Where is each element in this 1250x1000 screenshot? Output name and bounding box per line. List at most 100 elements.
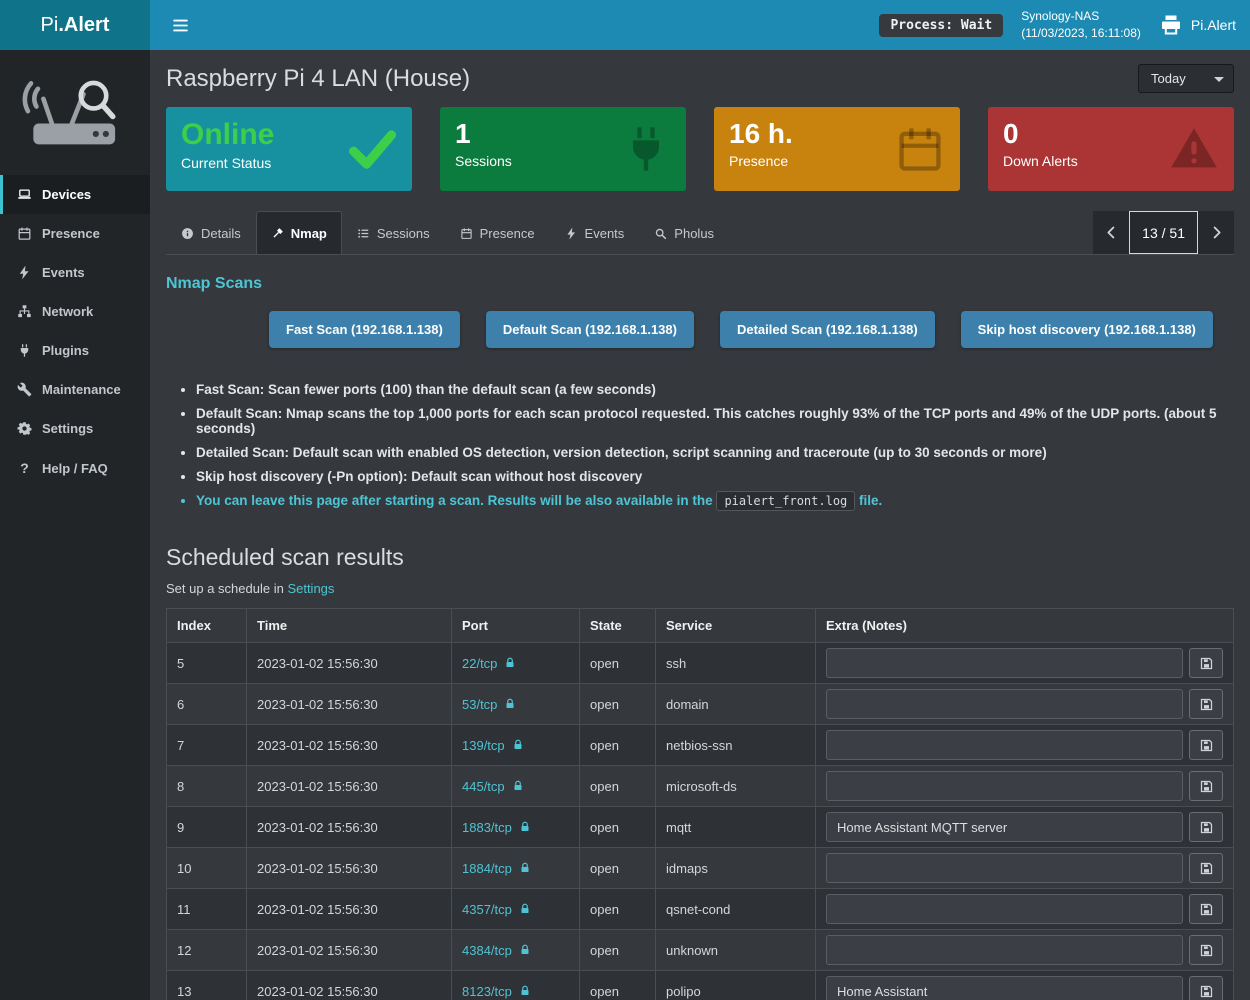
search-icon xyxy=(654,227,667,240)
cell-service: ssh xyxy=(656,643,816,684)
sidebar-item-help[interactable]: ?Help / FAQ xyxy=(0,448,150,488)
tab-sessions[interactable]: Sessions xyxy=(342,211,445,254)
port-number: 139/tcp xyxy=(462,738,505,753)
sidebar-item-devices[interactable]: Devices xyxy=(0,175,150,214)
cell-service: idmaps xyxy=(656,848,816,889)
warning-icon xyxy=(1168,123,1220,175)
log-file-chip: pialert_front.log xyxy=(716,491,855,511)
user-menu[interactable]: Pi.Alert xyxy=(1159,13,1236,37)
tab-nmap[interactable]: Nmap xyxy=(256,211,342,254)
save-note-button[interactable] xyxy=(1189,812,1223,842)
table-row: 13 2023-01-02 15:56:30 8123/tcp open pol… xyxy=(167,971,1234,1000)
save-note-button[interactable] xyxy=(1189,935,1223,965)
port-link[interactable]: 53/tcp xyxy=(462,697,516,712)
sidebar-item-label: Plugins xyxy=(42,343,89,358)
tab-presence[interactable]: Presence xyxy=(445,211,550,254)
port-link[interactable]: 4384/tcp xyxy=(462,943,531,958)
note-input[interactable] xyxy=(826,730,1183,760)
sidebar-menu: Devices Presence Events Network Plugins … xyxy=(0,175,150,488)
skip-host-discovery-button[interactable]: Skip host discovery (192.168.1.138) xyxy=(961,311,1213,348)
cell-index: 12 xyxy=(167,930,247,971)
cell-state: open xyxy=(580,971,656,1000)
lock-icon xyxy=(504,698,516,710)
tab-pholus[interactable]: Pholus xyxy=(639,211,729,254)
note-input[interactable] xyxy=(826,976,1183,1000)
sidebar-item-maintenance[interactable]: Maintenance xyxy=(0,370,150,409)
note-input[interactable] xyxy=(826,689,1183,719)
next-device-button[interactable] xyxy=(1198,211,1234,254)
lock-icon xyxy=(519,903,531,915)
cell-index: 6 xyxy=(167,684,247,725)
port-link[interactable]: 22/tcp xyxy=(462,656,516,671)
save-note-button[interactable] xyxy=(1189,894,1223,924)
note-input[interactable] xyxy=(826,935,1183,965)
tab-details[interactable]: Details xyxy=(166,211,256,254)
chevron-left-icon xyxy=(1104,225,1119,240)
cell-port: 1883/tcp xyxy=(452,807,580,848)
bullet-fast-scan: Fast Scan: Scan fewer ports (100) than t… xyxy=(196,382,1234,397)
cell-index: 10 xyxy=(167,848,247,889)
table-row: 7 2023-01-02 15:56:30 139/tcp open netbi… xyxy=(167,725,1234,766)
brand-prefix: Pi xyxy=(41,14,59,37)
tab-bar: Details Nmap Sessions Presence Events Ph… xyxy=(166,211,1234,255)
header-port: Port xyxy=(452,609,580,643)
port-link[interactable]: 4357/tcp xyxy=(462,902,531,917)
sidebar-toggle-button[interactable] xyxy=(164,11,197,40)
sidebar-item-settings[interactable]: Settings xyxy=(0,409,150,448)
schedule-hint: Set up a schedule in Settings xyxy=(166,581,1234,596)
down-alerts-card: 0 Down Alerts xyxy=(988,107,1234,191)
port-link[interactable]: 139/tcp xyxy=(462,738,524,753)
sidebar-item-presence[interactable]: Presence xyxy=(0,214,150,253)
save-note-button[interactable] xyxy=(1189,689,1223,719)
sidebar-item-plugins[interactable]: Plugins xyxy=(0,331,150,370)
port-number: 1884/tcp xyxy=(462,861,512,876)
port-link[interactable]: 1884/tcp xyxy=(462,861,531,876)
cell-service: microsoft-ds xyxy=(656,766,816,807)
summary-cards: Online Current Status 1 Sessions 16 h. P… xyxy=(166,107,1234,191)
lock-icon xyxy=(504,657,516,669)
detailed-scan-button[interactable]: Detailed Scan (192.168.1.138) xyxy=(720,311,935,348)
fast-scan-button[interactable]: Fast Scan (192.168.1.138) xyxy=(269,311,460,348)
tab-label: Details xyxy=(201,226,241,241)
settings-link[interactable]: Settings xyxy=(287,581,334,596)
note-input[interactable] xyxy=(826,648,1183,678)
top-bar: Pi.Alert Process: Wait Synology-NAS (11/… xyxy=(0,0,1250,50)
save-note-button[interactable] xyxy=(1189,730,1223,760)
port-link[interactable]: 1883/tcp xyxy=(462,820,531,835)
table-row: 8 2023-01-02 15:56:30 445/tcp open micro… xyxy=(167,766,1234,807)
sidebar-item-network[interactable]: Network xyxy=(0,292,150,331)
note-input[interactable] xyxy=(826,812,1183,842)
table-row: 11 2023-01-02 15:56:30 4357/tcp open qsn… xyxy=(167,889,1234,930)
prev-device-button[interactable] xyxy=(1093,211,1129,254)
cell-port: 4357/tcp xyxy=(452,889,580,930)
port-link[interactable]: 8123/tcp xyxy=(462,984,531,999)
note-input[interactable] xyxy=(826,853,1183,883)
brand-suffix: .Alert xyxy=(58,14,109,37)
port-number: 8123/tcp xyxy=(462,984,512,999)
save-note-button[interactable] xyxy=(1189,853,1223,883)
brand-logo[interactable]: Pi.Alert xyxy=(0,0,150,50)
save-note-button[interactable] xyxy=(1189,976,1223,1000)
question-icon: ? xyxy=(17,460,32,476)
navbar-right: Process: Wait Synology-NAS (11/03/2023, … xyxy=(879,8,1236,43)
default-scan-button[interactable]: Default Scan (192.168.1.138) xyxy=(486,311,694,348)
router-search-logo-icon xyxy=(21,72,129,158)
note-input[interactable] xyxy=(826,894,1183,924)
plug-icon xyxy=(17,343,32,358)
network-icon xyxy=(17,304,32,319)
table-row: 6 2023-01-02 15:56:30 53/tcp open domain xyxy=(167,684,1234,725)
cell-state: open xyxy=(580,684,656,725)
note-input[interactable] xyxy=(826,771,1183,801)
user-label: Pi.Alert xyxy=(1191,17,1236,33)
header-state: State xyxy=(580,609,656,643)
save-note-button[interactable] xyxy=(1189,648,1223,678)
sidebar-item-events[interactable]: Events xyxy=(0,253,150,292)
tab-events[interactable]: Events xyxy=(550,211,640,254)
port-link[interactable]: 445/tcp xyxy=(462,779,524,794)
cell-service: polipo xyxy=(656,971,816,1000)
tab-label: Events xyxy=(585,226,625,241)
port-number: 4384/tcp xyxy=(462,943,512,958)
period-select[interactable]: Today xyxy=(1138,64,1234,93)
save-note-button[interactable] xyxy=(1189,771,1223,801)
cell-time: 2023-01-02 15:56:30 xyxy=(247,766,452,807)
